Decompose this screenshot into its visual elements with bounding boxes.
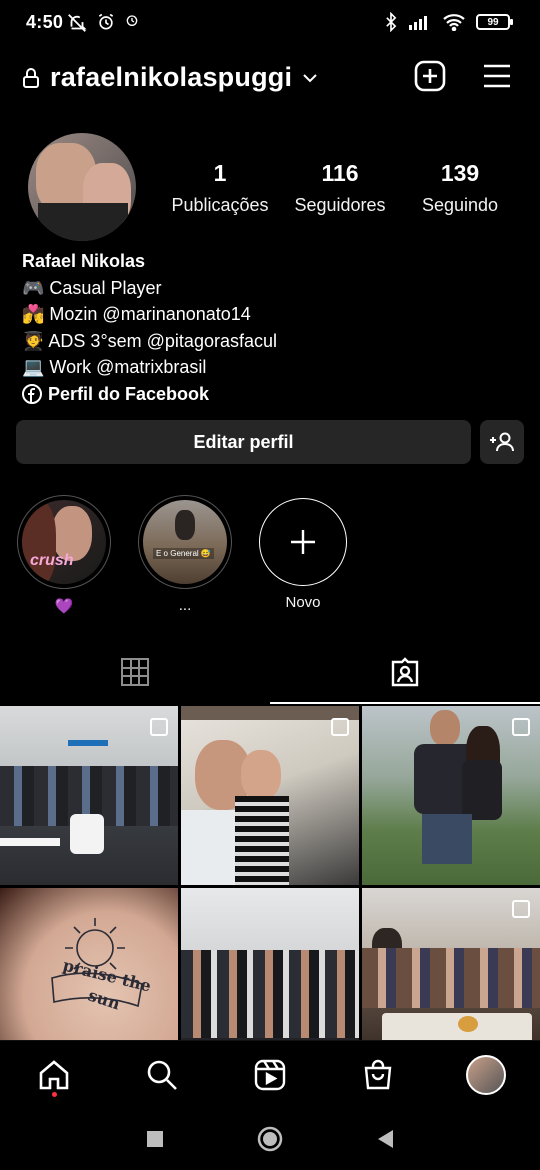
highlight-overlay-text: E o General 😅 bbox=[153, 548, 214, 559]
shop-bag-icon bbox=[364, 1059, 392, 1089]
wifi-icon bbox=[443, 14, 465, 31]
carousel-icon bbox=[150, 718, 168, 736]
discover-people-button[interactable] bbox=[480, 420, 524, 464]
menu-icon[interactable] bbox=[482, 63, 512, 89]
bluetooth-icon bbox=[386, 12, 397, 32]
tab-grid[interactable] bbox=[0, 640, 270, 704]
highlight-label: 💜 bbox=[54, 598, 74, 615]
facebook-icon bbox=[22, 383, 42, 404]
nav-profile[interactable] bbox=[456, 1045, 516, 1105]
nav-reels[interactable] bbox=[240, 1045, 300, 1105]
highlight-cover: E o General 😅 bbox=[138, 495, 232, 589]
bottom-navigation bbox=[0, 1040, 540, 1108]
username: rafaelnikolaspuggi bbox=[50, 62, 293, 92]
add-user-icon bbox=[490, 432, 514, 452]
account-switcher[interactable]: rafaelnikolaspuggi bbox=[22, 62, 318, 93]
alarm-small-icon bbox=[126, 15, 138, 26]
alarm-icon bbox=[98, 13, 114, 30]
stat-label: Publicações bbox=[171, 195, 269, 215]
status-icons-left bbox=[66, 12, 140, 34]
nav-search[interactable] bbox=[132, 1045, 192, 1105]
tagged-photos-grid: praise the sun bbox=[0, 706, 540, 1067]
profile-bio: Rafael Nikolas 🎮 Casual Player 💏 Mozin @… bbox=[22, 248, 522, 407]
profile-avatar[interactable] bbox=[28, 133, 136, 241]
bio-line[interactable]: 🧑‍🎓 ADS 3°sem @pitagorasfacul bbox=[22, 328, 522, 355]
home-button-icon[interactable] bbox=[257, 1126, 283, 1152]
stat-number: 116 bbox=[321, 160, 359, 186]
stat-followers[interactable]: 116 Seguidores bbox=[280, 160, 400, 216]
grid-post[interactable] bbox=[181, 706, 359, 885]
tab-tagged[interactable] bbox=[270, 640, 540, 704]
lock-icon bbox=[23, 67, 39, 88]
nav-shop[interactable] bbox=[348, 1045, 408, 1105]
stat-number: 139 bbox=[440, 160, 480, 186]
new-highlight-button[interactable]: Novo bbox=[255, 495, 351, 611]
highlight-label: Novo bbox=[285, 594, 321, 611]
status-time: 4:50 bbox=[26, 12, 64, 32]
search-icon bbox=[147, 1060, 177, 1090]
profile-tabs bbox=[0, 640, 540, 704]
recent-apps-icon[interactable] bbox=[146, 1130, 164, 1148]
nav-home[interactable] bbox=[24, 1045, 84, 1105]
home-icon bbox=[39, 1059, 69, 1089]
system-navigation bbox=[0, 1108, 540, 1170]
signal-icon bbox=[409, 16, 427, 30]
status-icons-right: 99 bbox=[384, 12, 513, 32]
story-highlight[interactable]: crush 💜 bbox=[16, 495, 112, 615]
bio-line: 🎮 Casual Player bbox=[22, 277, 162, 298]
carousel-icon bbox=[331, 718, 349, 736]
new-highlight-circle bbox=[259, 498, 347, 586]
muted-bell-icon bbox=[68, 14, 87, 32]
story-highlight[interactable]: E o General 😅 ... bbox=[137, 495, 233, 614]
header-actions bbox=[414, 60, 512, 92]
grid-post[interactable] bbox=[0, 706, 178, 885]
notification-dot bbox=[52, 1091, 57, 1097]
stat-number: 1 bbox=[213, 160, 227, 186]
highlight-overlay-text: crush bbox=[30, 552, 74, 569]
stat-posts[interactable]: 1 Publicações bbox=[160, 160, 280, 216]
new-post-icon[interactable] bbox=[414, 60, 446, 92]
profile-name: Rafael Nikolas bbox=[22, 251, 146, 271]
profile-stats: 1 Publicações 116 Seguidores 139 Seguind… bbox=[160, 160, 520, 216]
stat-label: Seguindo bbox=[421, 195, 499, 215]
stat-following[interactable]: 139 Seguindo bbox=[400, 160, 520, 216]
grid-post[interactable] bbox=[362, 706, 540, 885]
status-bar: 4:50 99 bbox=[0, 0, 540, 48]
plus-icon bbox=[291, 530, 315, 554]
reels-icon bbox=[254, 1059, 286, 1090]
highlight-label: ... bbox=[178, 597, 192, 614]
chevron-down-icon bbox=[303, 73, 317, 82]
facebook-link-label: Perfil do Facebook bbox=[48, 383, 210, 404]
grid-icon bbox=[121, 658, 149, 686]
facebook-link[interactable]: Perfil do Facebook bbox=[22, 381, 522, 408]
carousel-icon bbox=[512, 900, 530, 918]
edit-profile-button[interactable]: Editar perfil bbox=[16, 420, 471, 464]
stat-label: Seguidores bbox=[294, 195, 386, 215]
carousel-icon bbox=[512, 718, 530, 736]
profile-avatar-small bbox=[466, 1054, 506, 1095]
bio-line[interactable]: 💏 Mozin @marinanonato14 bbox=[22, 301, 522, 328]
profile-header: rafaelnikolaspuggi bbox=[0, 52, 540, 102]
back-icon[interactable] bbox=[376, 1129, 394, 1149]
tagged-icon bbox=[391, 657, 419, 687]
highlight-cover: crush bbox=[17, 495, 111, 589]
bio-line[interactable]: 💻 Work @matrixbrasil bbox=[22, 354, 522, 381]
battery-icon: 99 bbox=[476, 14, 513, 30]
